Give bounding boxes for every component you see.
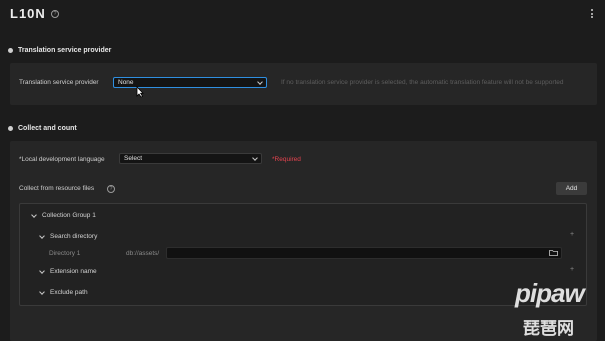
help-icon[interactable]: ? [51, 10, 59, 18]
plus-icon[interactable]: + [570, 266, 574, 273]
select-value: None [118, 79, 134, 86]
mouse-pointer-icon [136, 86, 144, 98]
search-directory-row[interactable]: Search directory [39, 232, 98, 240]
directory-input[interactable] [166, 247, 562, 259]
chevron-down-icon [31, 211, 37, 218]
resource-files-label: Collect from resource files [19, 185, 95, 192]
collection-group-row[interactable]: Collection Group 1 [31, 211, 96, 219]
extension-name-row[interactable]: Extension name [39, 267, 97, 275]
local-language-label: *Local development language [19, 156, 105, 163]
translation-hint: If no translation service provider is se… [281, 79, 564, 86]
watermark-cn: 琵琶网 [523, 319, 574, 338]
translation-provider-label: Translation service provider [19, 79, 99, 86]
app-title: L10N [10, 6, 46, 21]
watermark-brand: pipaw [515, 278, 585, 308]
collection-group-label: Collection Group 1 [42, 212, 96, 219]
bullet-dot [8, 126, 13, 131]
select-value: Select [124, 155, 143, 162]
section-translation-heading: Translation service provider [8, 47, 111, 54]
required-warning: *Required [272, 156, 301, 163]
exclude-path-row[interactable]: Exclude path [39, 288, 88, 296]
chevron-down-icon [257, 79, 263, 85]
plus-icon[interactable]: + [570, 231, 574, 238]
chevron-down-icon [39, 267, 45, 274]
folder-open-icon[interactable] [549, 250, 558, 256]
chevron-down-icon [39, 288, 45, 295]
section-title: Translation service provider [18, 47, 112, 54]
directory-prefix: db://assets/ [126, 250, 160, 257]
kebab-menu-icon[interactable] [589, 9, 594, 20]
help-icon[interactable]: ? [107, 185, 115, 193]
section-title: Collect and count [18, 125, 77, 132]
local-language-select[interactable]: Select [119, 153, 262, 164]
exclude-path-label: Exclude path [50, 289, 88, 296]
chevron-down-icon [39, 232, 45, 239]
directory-label: Directory 1 [49, 250, 81, 257]
chevron-down-icon [252, 155, 258, 161]
top-bar: L10N ? [0, 0, 605, 28]
bullet-dot [8, 48, 13, 53]
section-collect-heading: Collect and count [8, 125, 77, 132]
add-button[interactable]: Add [556, 182, 587, 195]
extension-name-label: Extension name [50, 268, 97, 275]
watermark: pipaw 琵琶网 [515, 278, 605, 341]
search-directory-label: Search directory [50, 233, 98, 240]
